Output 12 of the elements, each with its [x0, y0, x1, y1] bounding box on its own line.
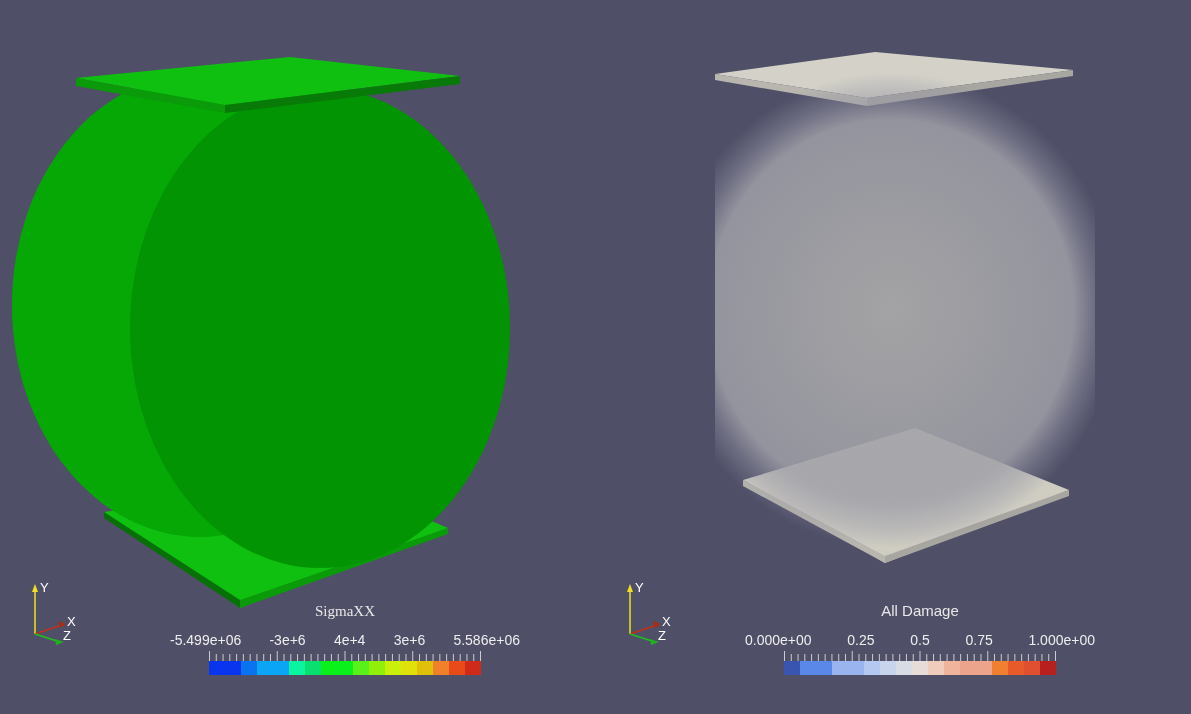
colorbar-title: All Damage: [881, 601, 959, 621]
colorbar-tick-label: -5.499e+06: [170, 632, 242, 647]
colorbar-tick-label: 0.000e+00: [745, 632, 812, 647]
colorbar-title: SigmaXX: [315, 602, 375, 621]
colorbar-tick-label: 0.75: [965, 632, 993, 647]
colorbar-tick-label: 1.000e+00: [1028, 632, 1095, 647]
colorbar-tick-label: -3e+6: [269, 632, 306, 647]
colorbar-tick-label: 3e+6: [393, 632, 426, 647]
colorbar-tick-label: 0.5: [910, 632, 930, 647]
colorbar-tick-label: 5.586e+06: [453, 632, 520, 647]
colorbar-tick-label: 4e+4: [333, 632, 366, 647]
colorbar-tick-label: 0.25: [847, 632, 875, 647]
